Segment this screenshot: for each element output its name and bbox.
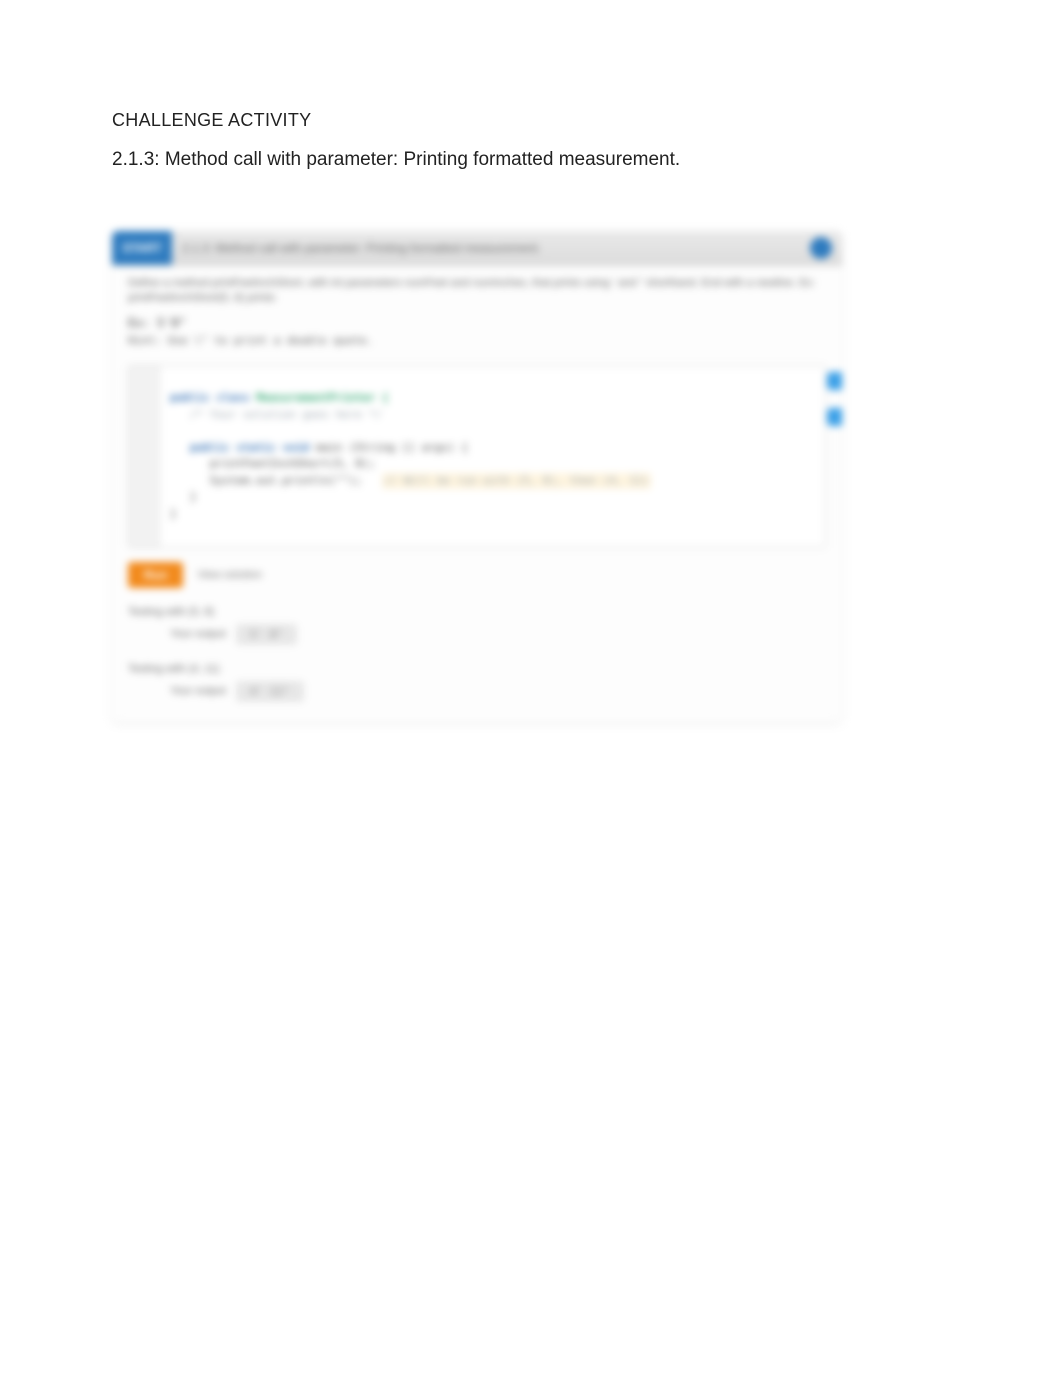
view-solution-link[interactable]: View solution <box>197 569 262 581</box>
info-icon[interactable] <box>810 237 832 259</box>
card-header-title: 2.1.3: Method call with parameter: Print… <box>172 241 810 255</box>
page: CHALLENGE ACTIVITY 2.1.3: Method call wi… <box>0 0 1062 722</box>
code-area[interactable]: public class MeasurementPrinter { /* You… <box>160 366 825 547</box>
activity-title: 2.1.3: Method call with parameter: Print… <box>112 149 952 171</box>
io-output: 4' 11" <box>236 681 304 702</box>
hint-text: Hint: Use \" to print a double quote. <box>128 334 826 347</box>
code-editor[interactable]: public class MeasurementPrinter { /* You… <box>128 365 826 548</box>
start-badge[interactable]: START <box>112 231 172 265</box>
challenge-eyebrow: CHALLENGE ACTIVITY <box>112 110 952 131</box>
code-token: public <box>170 391 210 404</box>
io-output: 5' 8" <box>236 624 297 645</box>
code-token: System.out.println(""); <box>170 474 362 487</box>
test-block: Testing with (4, 11) Your output 4' 11" <box>128 663 826 702</box>
code-token: class <box>216 391 249 404</box>
instruction-text: Define a method printFeetInchShort, with… <box>128 276 826 306</box>
io-row: Your output 4' 11" <box>128 681 826 702</box>
line-gutter <box>129 366 160 547</box>
card-header: START 2.1.3: Method call with parameter:… <box>112 231 842 266</box>
example-label: Ex: 5'8" <box>128 316 826 330</box>
code-hl-comment: // Will be run with (5, 8), then (4, 11) <box>382 473 651 490</box>
code-token: } <box>170 507 177 520</box>
code-token: main (String [] args) { <box>316 441 468 454</box>
code-token: } <box>170 490 197 503</box>
io-caption: Your output <box>170 628 226 640</box>
test-label: Testing with (5, 8) <box>128 606 826 618</box>
editor-control-icon[interactable] <box>827 408 842 426</box>
editor-side-controls <box>827 372 842 426</box>
io-caption: Your output <box>170 685 226 697</box>
test-block: Testing with (5, 8) Your output 5' 8" <box>128 606 826 645</box>
activity-card: START 2.1.3: Method call with parameter:… <box>112 231 842 722</box>
code-token: printFeetInchShort(5, 8); <box>170 457 375 470</box>
run-button[interactable]: Run <box>128 562 183 588</box>
code-token: public static void <box>170 441 309 454</box>
code-token: /* Your solution goes here */ <box>170 408 382 421</box>
test-label: Testing with (4, 11) <box>128 663 826 675</box>
code-token: MeasurementPrinter { <box>256 391 388 404</box>
editor-control-icon[interactable] <box>827 372 842 390</box>
run-row: Run View solution <box>128 562 826 588</box>
io-row: Your output 5' 8" <box>128 624 826 645</box>
card-body: Define a method printFeetInchShort, with… <box>112 266 842 702</box>
